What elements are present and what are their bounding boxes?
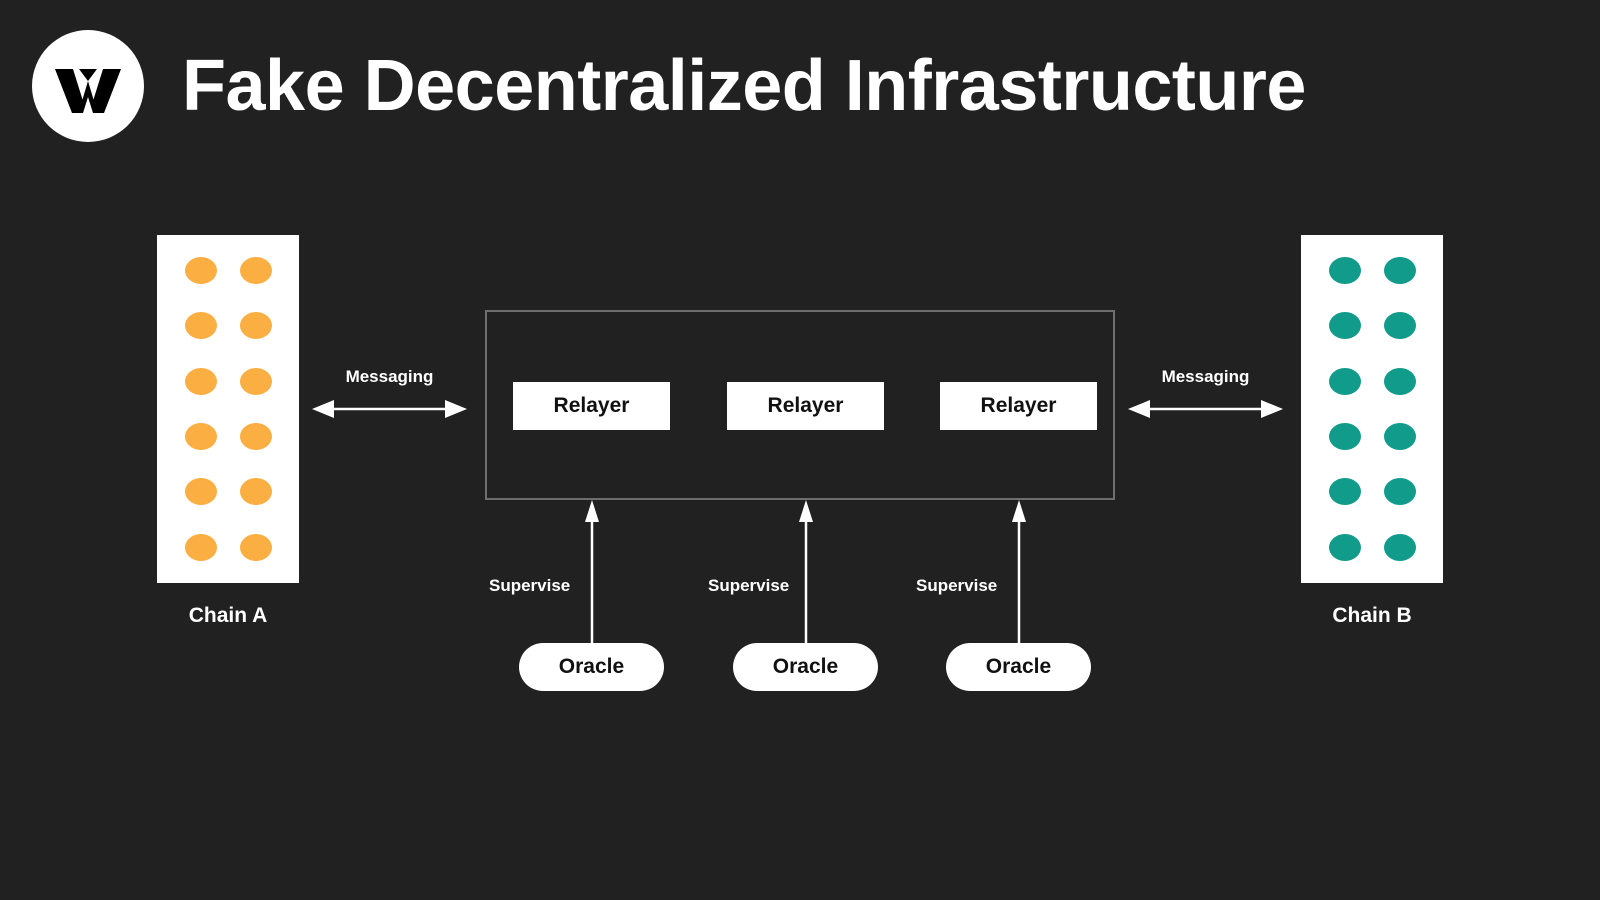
supervise-label-1: Supervise: [489, 576, 571, 595]
chain-b-node: [1328, 312, 1361, 340]
oracle-label: Oracle: [558, 655, 625, 678]
chain-b-node: [1328, 533, 1361, 561]
messaging-label-right: Messaging: [1161, 367, 1250, 386]
chain-a-node: [239, 312, 272, 340]
chain-a-node: [184, 478, 217, 506]
chain-b-node: [1383, 257, 1416, 285]
supervise-arrow-2: [799, 500, 813, 645]
chain-b-node-grid: [1301, 235, 1443, 583]
chain-a-node: [239, 478, 272, 506]
chain-a-node: [184, 533, 217, 561]
oracle-label: Oracle: [772, 655, 839, 678]
relayer-label: Relayer: [767, 394, 844, 417]
supervise-label-3: Supervise: [916, 576, 998, 595]
diagram-canvas: Fake Decentralized Infrastructure Chain …: [0, 0, 1600, 900]
chain-a-node: [239, 423, 272, 451]
chain-b-node: [1328, 257, 1361, 285]
chain-panel-b: [1301, 235, 1443, 583]
chain-b-node: [1328, 423, 1361, 451]
chain-a-node: [239, 367, 272, 395]
messaging-arrow-right: [1128, 400, 1283, 418]
chain-b-node: [1328, 367, 1361, 395]
oracle-pill-2[interactable]: Oracle: [733, 643, 878, 691]
chain-a-node: [184, 423, 217, 451]
oracle-label: Oracle: [985, 655, 1052, 678]
chain-b-node: [1328, 478, 1361, 506]
supervise-arrow-1: [585, 500, 599, 645]
chain-a-label: Chain A: [188, 604, 268, 627]
relayer-box-1[interactable]: Relayer: [513, 382, 670, 430]
supervise-arrow-3: [1012, 500, 1026, 645]
messaging-arrow-left: [312, 400, 467, 418]
w-letter-icon: [55, 69, 121, 113]
relayer-box-3[interactable]: Relayer: [940, 382, 1097, 430]
chain-b-node: [1383, 367, 1416, 395]
oracle-pill-3[interactable]: Oracle: [946, 643, 1091, 691]
chain-a-node: [239, 257, 272, 285]
supervise-label-2: Supervise: [708, 576, 790, 595]
chain-a-node: [239, 533, 272, 561]
chain-b-label: Chain B: [1332, 604, 1412, 627]
chain-b-node: [1383, 478, 1416, 506]
chain-b-node: [1383, 533, 1416, 561]
relayer-label: Relayer: [980, 394, 1057, 417]
chain-panel-a: [157, 235, 299, 583]
chain-a-node-grid: [157, 235, 299, 583]
relayer-box-2[interactable]: Relayer: [727, 382, 884, 430]
oracle-pill-1[interactable]: Oracle: [519, 643, 664, 691]
chain-a-node: [184, 257, 217, 285]
chain-b-node: [1383, 312, 1416, 340]
w-logo: [32, 30, 144, 142]
chain-b-node: [1383, 423, 1416, 451]
page-title: Fake Decentralized Infrastructure: [182, 46, 1306, 126]
relayer-label: Relayer: [553, 394, 630, 417]
messaging-label-left: Messaging: [345, 367, 434, 386]
chain-a-node: [184, 367, 217, 395]
chain-a-node: [184, 312, 217, 340]
